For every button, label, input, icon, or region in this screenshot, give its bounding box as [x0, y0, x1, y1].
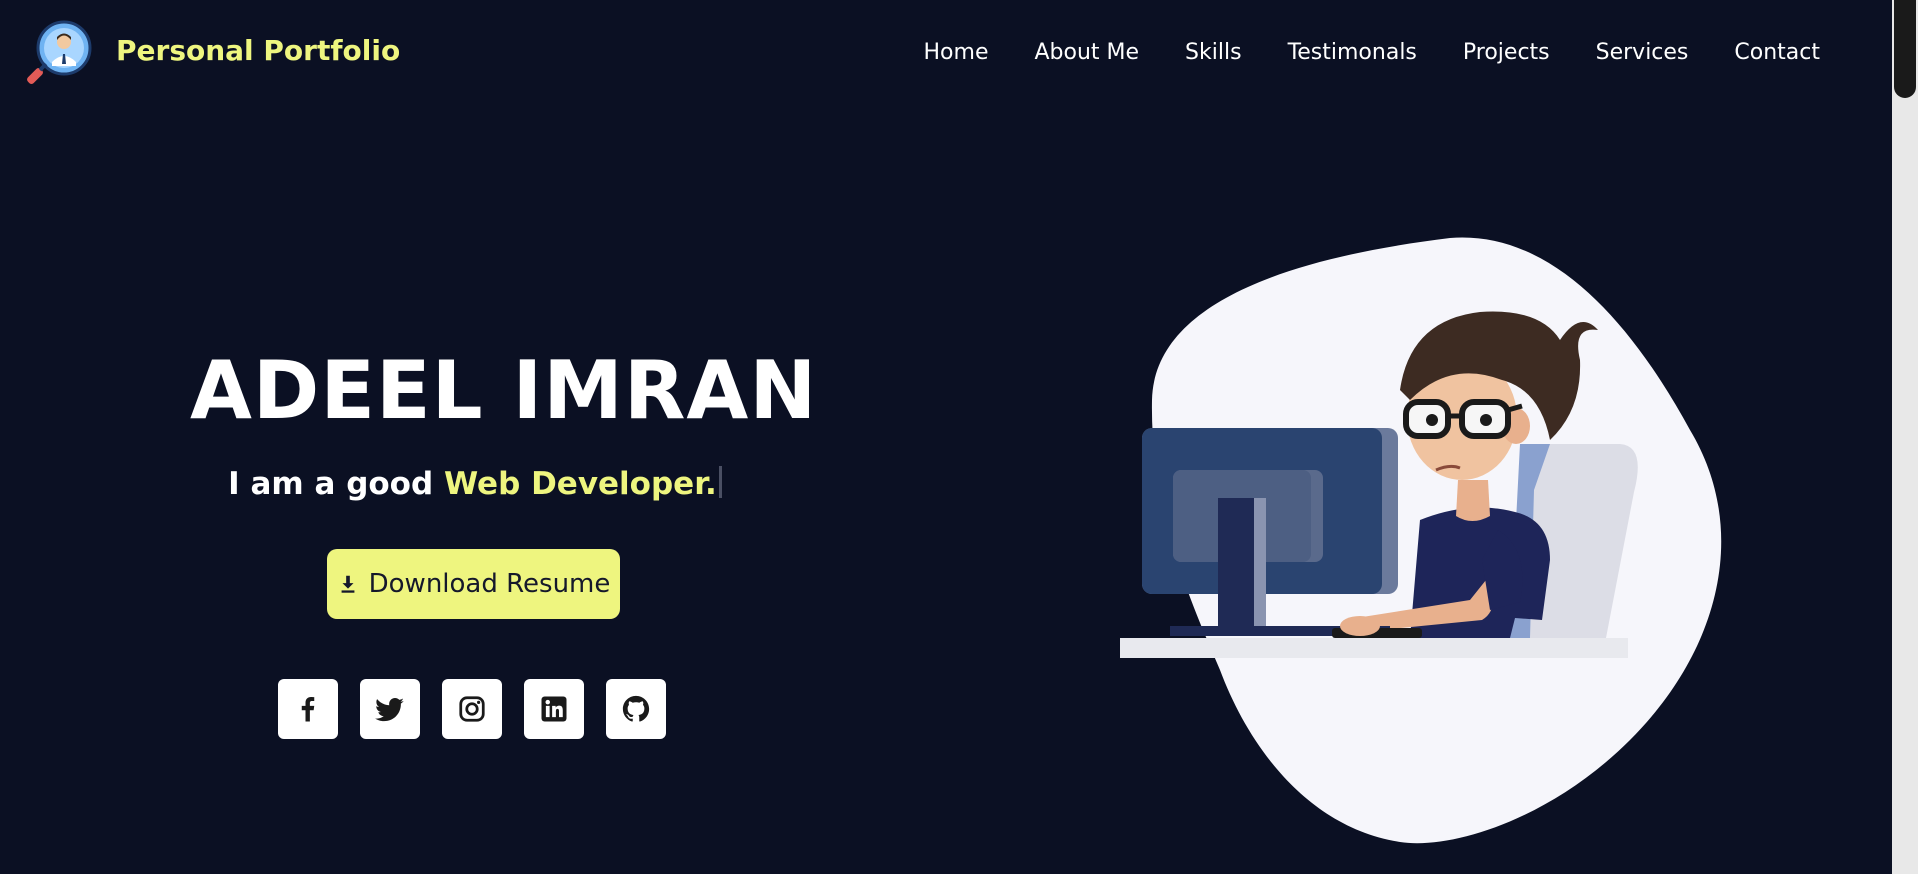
- facebook-link[interactable]: [278, 679, 338, 739]
- hero-tagline: I am a good Web Developer.: [190, 466, 760, 502]
- site-header: Personal Portfolio Home About Me Skills …: [0, 0, 1892, 110]
- nav-skills[interactable]: Skills: [1185, 40, 1242, 65]
- linkedin-icon: [541, 696, 567, 722]
- github-link[interactable]: [606, 679, 666, 739]
- tagline-prefix: I am a good: [228, 466, 444, 502]
- scrollbar-thumb[interactable]: [1894, 0, 1916, 98]
- main-nav: Home About Me Skills Testimonals Project…: [878, 40, 1820, 65]
- twitter-link[interactable]: [360, 679, 420, 739]
- instagram-icon: [459, 696, 485, 722]
- github-icon: [622, 695, 650, 722]
- nav-services[interactable]: Services: [1596, 40, 1689, 65]
- developer-at-computer-illustration: [1120, 237, 1722, 844]
- nav-projects[interactable]: Projects: [1463, 40, 1550, 65]
- nav-contact[interactable]: Contact: [1734, 40, 1820, 65]
- twitter-icon: [375, 698, 404, 722]
- desk: [1120, 638, 1628, 658]
- download-resume-label: Download Resume: [368, 569, 611, 599]
- nav-testimonials[interactable]: Testimonals: [1288, 40, 1417, 65]
- typing-cursor: [718, 466, 722, 498]
- logo[interactable]: [18, 18, 94, 94]
- nav-home[interactable]: Home: [924, 40, 989, 65]
- nav-about-me[interactable]: About Me: [1034, 40, 1139, 65]
- linkedin-link[interactable]: [524, 679, 584, 739]
- facebook-icon: [301, 697, 315, 722]
- tagline-role: Web Developer.: [443, 466, 717, 502]
- hero-name: ADEEL IMRAN: [190, 344, 818, 437]
- download-resume-button[interactable]: Download Resume: [327, 549, 620, 619]
- download-icon: [341, 575, 355, 593]
- developer-search-icon: [27, 20, 92, 84]
- instagram-link[interactable]: [442, 679, 502, 739]
- brand-title[interactable]: Personal Portfolio: [116, 34, 400, 67]
- page-scrollbar[interactable]: [1892, 0, 1918, 874]
- social-links: [278, 679, 666, 739]
